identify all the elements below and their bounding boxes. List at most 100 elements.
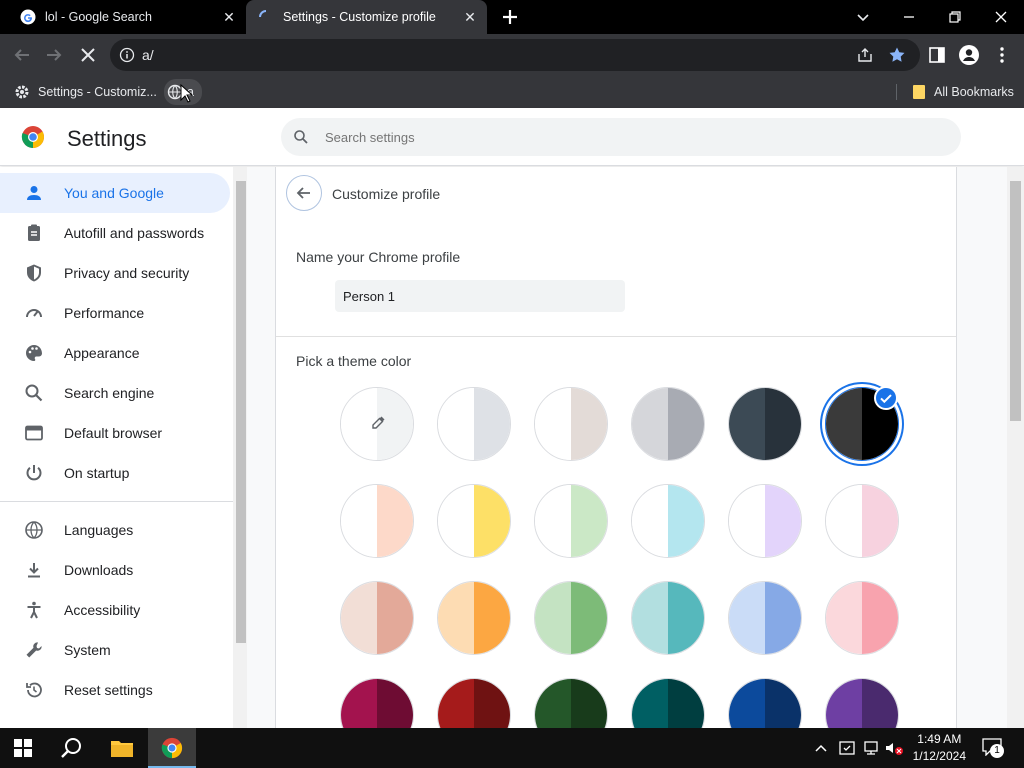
search-icon (25, 384, 43, 402)
address-bar[interactable]: a/ (110, 39, 920, 71)
back-icon[interactable] (10, 43, 34, 67)
sidebar-item-performance[interactable]: Performance (0, 293, 230, 333)
theme-swatch-pink-white[interactable] (825, 484, 899, 558)
theme-swatch-yellow-white[interactable] (437, 484, 511, 558)
clock-time: 1:49 AM (917, 732, 962, 746)
theme-swatch-dark-blue[interactable] (728, 678, 802, 728)
main-scrollbar-thumb[interactable] (1010, 181, 1021, 421)
customize-profile-card: Customize profile Name your Chrome profi… (275, 167, 957, 728)
theme-swatch-light-purple[interactable] (728, 484, 802, 558)
theme-swatch-dark-teal-2[interactable] (631, 678, 705, 728)
main-scrollbar[interactable] (1007, 167, 1024, 728)
new-tab-icon[interactable] (500, 7, 520, 27)
theme-swatch-beige-white[interactable] (340, 484, 414, 558)
minimize-icon[interactable] (897, 5, 921, 29)
swatch-right-half (474, 388, 510, 460)
palette-icon (26, 345, 42, 361)
bookmark-settings[interactable]: Settings - Customiz... (14, 76, 157, 108)
windows-start-icon[interactable] (14, 739, 32, 757)
all-bookmarks-button[interactable]: All Bookmarks (912, 76, 1014, 108)
sidebar-item-system[interactable]: System (0, 630, 230, 670)
arrow-left-icon (296, 187, 310, 199)
sidebar-item-reset-settings[interactable]: Reset settings (0, 670, 230, 710)
forward-icon[interactable] (42, 43, 66, 67)
theme-swatch-default[interactable] (437, 387, 511, 461)
sidebar-item-appearance[interactable]: Appearance (0, 333, 230, 373)
swatch-right-half (765, 388, 801, 460)
download-icon (28, 563, 40, 578)
theme-swatch-dark-teal[interactable] (631, 581, 705, 655)
profile-name-input[interactable] (335, 280, 625, 312)
theme-swatch-warm-grey[interactable] (534, 387, 608, 461)
sidebar-item-on-startup[interactable]: On startup (0, 453, 230, 493)
sidebar-item-languages[interactable]: Languages (0, 510, 230, 550)
theme-swatch-orange[interactable] (437, 581, 511, 655)
notification-center-button[interactable]: 1 (982, 738, 1004, 758)
security-tray-icon[interactable] (838, 739, 856, 757)
theme-swatch-light-teal[interactable] (631, 484, 705, 558)
sidebar-item-label: Privacy and security (64, 265, 190, 281)
swatch-left-half (341, 485, 377, 557)
swatch-left-half (826, 485, 862, 557)
sidebar-item-default-browser[interactable]: Default browser (0, 413, 230, 453)
sidebar-item-search-engine[interactable]: Search engine (0, 373, 230, 413)
stop-loading-icon[interactable] (76, 43, 100, 67)
close-tab-icon[interactable]: ✕ (461, 8, 479, 26)
theme-swatch-dark-green[interactable] (534, 678, 608, 728)
sidebar-item-accessibility[interactable]: Accessibility (0, 590, 230, 630)
sidebar-item-label: Accessibility (64, 602, 141, 618)
theme-swatch-cool-grey[interactable] (631, 387, 705, 461)
sidebar-item-autofill[interactable]: Autofill and passwords (0, 213, 230, 253)
more-menu-icon[interactable] (994, 45, 1010, 65)
bookmark-star-icon[interactable] (888, 46, 906, 64)
theme-color-label: Pick a theme color (296, 353, 412, 369)
theme-swatch-light-green[interactable] (534, 581, 608, 655)
tab-settings[interactable]: Settings - Customize profile ✕ (246, 0, 487, 34)
back-button[interactable] (286, 175, 322, 211)
profile-avatar-icon[interactable] (958, 44, 980, 66)
sidebar-item-privacy[interactable]: Privacy and security (0, 253, 230, 293)
volume-muted-icon[interactable] (884, 739, 904, 757)
theme-swatch-beige[interactable] (340, 581, 414, 655)
settings-sidebar: You and Google Autofill and passwords Pr… (0, 167, 233, 728)
sidebar-item-label: Search engine (64, 385, 155, 401)
sidebar-item-downloads[interactable]: Downloads (0, 550, 230, 590)
theme-swatch-pink[interactable] (825, 581, 899, 655)
clipboard-icon (28, 224, 40, 241)
theme-swatch-green-white[interactable] (534, 484, 608, 558)
tray-chevron-up-icon[interactable] (814, 742, 828, 754)
sidebar-divider (0, 501, 233, 502)
restore-icon[interactable] (943, 5, 967, 29)
theme-swatch-light-blue[interactable] (728, 581, 802, 655)
system-clock[interactable]: 1:49 AM 1/12/2024 (913, 731, 966, 765)
clock-date: 1/12/2024 (912, 749, 966, 763)
sidebar-item-you-and-google[interactable]: You and Google (0, 173, 230, 213)
share-icon[interactable] (856, 46, 874, 64)
sidebar-scrollbar-thumb[interactable] (236, 181, 246, 643)
search-input[interactable] (325, 127, 925, 147)
sidebar-item-label: Default browser (64, 425, 163, 441)
side-panel-icon[interactable] (928, 46, 946, 64)
card-divider (276, 336, 956, 337)
history-icon (26, 682, 42, 698)
theme-swatch-dark-pink[interactable] (340, 678, 414, 728)
swatch-right-half (765, 582, 801, 654)
taskbar-chrome-button[interactable] (148, 728, 196, 768)
theme-swatch-dark-red[interactable] (437, 678, 511, 728)
tab-search-icon[interactable] (851, 5, 875, 29)
subpage-title: Customize profile (332, 186, 441, 202)
search-settings-box[interactable] (281, 118, 961, 156)
shield-icon (27, 264, 41, 282)
close-window-icon[interactable] (989, 5, 1013, 29)
tab-google-search[interactable]: lol - Google Search ✕ (0, 0, 246, 34)
network-icon[interactable] (862, 739, 880, 757)
taskbar-search-icon[interactable] (60, 736, 84, 760)
file-explorer-icon[interactable] (110, 737, 134, 759)
site-info-icon[interactable] (119, 47, 135, 63)
swatch-right-half (571, 485, 607, 557)
close-tab-icon[interactable]: ✕ (220, 8, 238, 26)
theme-swatch-midnight-blue[interactable] (728, 387, 802, 461)
swatch-right-half (668, 485, 704, 557)
sidebar-scrollbar[interactable] (233, 167, 247, 728)
theme-swatch-purple[interactable] (825, 678, 899, 728)
